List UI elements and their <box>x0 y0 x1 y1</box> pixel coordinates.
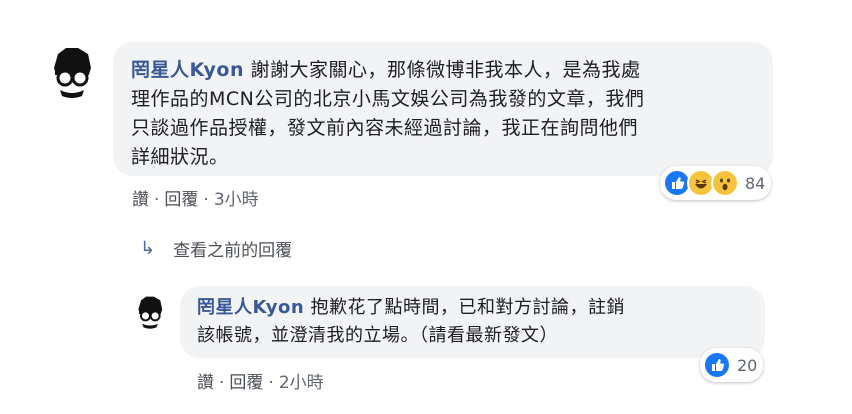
timestamp[interactable]: 3小時 <box>214 190 259 210</box>
comment-text: 罔星人Kyon 謝謝大家關心，那條微博非我本人，是為我處 理作品的MCN公司的北… <box>131 56 644 172</box>
reply-author[interactable]: 罔星人Kyon <box>197 297 304 318</box>
separator: · <box>154 190 160 210</box>
separator: · <box>203 190 209 210</box>
separator: · <box>268 373 274 393</box>
reaction-count: 84 <box>745 173 766 193</box>
separator: · <box>219 373 225 393</box>
comment-line: 謝謝大家關心，那條微博非我本人，是為我處 <box>250 59 641 81</box>
avatar-image <box>54 48 91 98</box>
reply-reaction-summary[interactable]: 20 <box>700 348 764 382</box>
like-link[interactable]: 讚 <box>197 373 214 393</box>
reply-text: 罔星人Kyon 抱歉花了點時間，已和對方討論，註銷 該帳號，並澄清我的立場。（請… <box>197 294 625 350</box>
reply-actions: 讚 · 回覆 · 2小時 <box>197 368 324 393</box>
reply-line: 抱歉花了點時間，已和對方討論，註銷 <box>310 297 625 318</box>
comment-line: 理作品的MCN公司的北京小馬文娛公司為我發的文章，我們 <box>131 88 645 110</box>
like-icon <box>703 351 731 379</box>
reply-line: 該帳號，並澄清我的立場。（請看最新發文） <box>197 325 558 346</box>
avatar-image <box>138 296 163 329</box>
comment-line: 只談過作品授權，發文前內容未經過討論，我正在詢問他們 <box>131 117 639 139</box>
reply-avatar[interactable] <box>132 294 168 330</box>
avatar[interactable] <box>44 44 100 100</box>
reply-link[interactable]: 回覆 <box>229 373 263 393</box>
reply-bubble: 罔星人Kyon 抱歉花了點時間，已和對方討論，註銷 該帳號，並澄清我的立場。（請… <box>180 286 765 358</box>
like-link[interactable]: 讚 <box>132 190 149 210</box>
comment-bubble: 罔星人Kyon 謝謝大家關心，那條微博非我本人，是為我處 理作品的MCN公司的北… <box>113 42 773 176</box>
view-previous-replies[interactable]: ↳ 查看之前的回覆 <box>140 236 292 261</box>
reply-link[interactable]: 回覆 <box>164 190 198 210</box>
reaction-count: 20 <box>737 355 758 375</box>
reply-arrow-icon: ↳ <box>140 238 156 259</box>
comment-line: 詳細狀況。 <box>131 146 229 168</box>
view-previous-label: 查看之前的回覆 <box>173 241 293 261</box>
comment-actions: 讚 · 回覆 · 3小時 <box>132 185 259 210</box>
wow-icon <box>711 169 739 197</box>
reaction-summary[interactable]: 84 <box>660 166 772 200</box>
timestamp[interactable]: 2小時 <box>279 373 324 393</box>
comment-author[interactable]: 罔星人Kyon <box>131 59 244 81</box>
